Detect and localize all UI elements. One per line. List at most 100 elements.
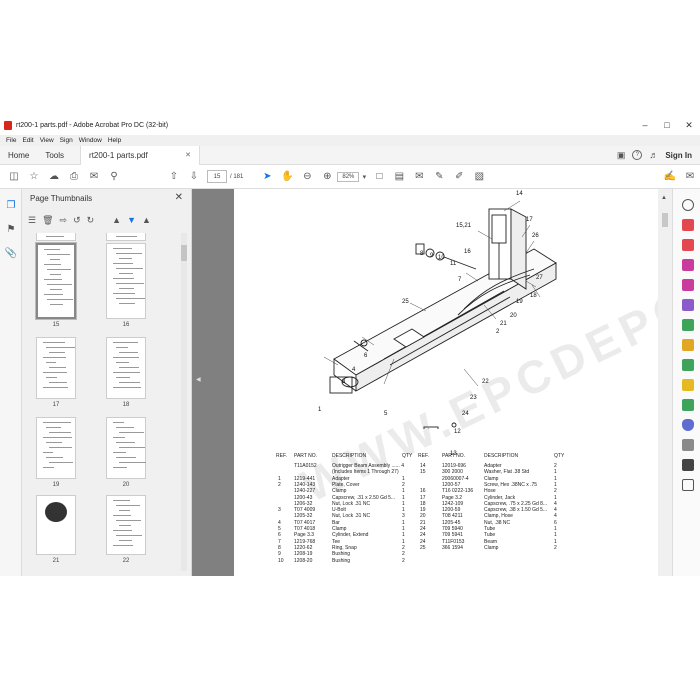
hand-tool-icon[interactable]: ✋: [277, 167, 297, 187]
sign-pen-icon[interactable]: ✍: [660, 167, 680, 187]
stamp-icon[interactable]: ▧: [469, 167, 489, 187]
help-icon[interactable]: ?: [632, 150, 643, 160]
menu-sign[interactable]: Sign: [60, 137, 73, 144]
page-thumbnail[interactable]: [106, 233, 146, 241]
zoom-out-icon[interactable]: ⊖: [297, 167, 317, 187]
chevron-down-icon[interactable]: ▾: [359, 167, 369, 187]
scroll-up-icon[interactable]: ▲: [661, 195, 667, 201]
cell-qty: 1: [554, 532, 557, 539]
draw-icon[interactable]: ✐: [449, 167, 469, 187]
print-production-icon[interactable]: [682, 459, 694, 471]
thumbnail-scrollbar[interactable]: [181, 233, 187, 571]
document-scrollbar[interactable]: ▲: [658, 189, 672, 576]
close-window-button[interactable]: ✕: [678, 120, 700, 131]
fit-page-icon[interactable]: □: [369, 167, 389, 187]
menu-edit[interactable]: Edit: [22, 137, 33, 144]
comment-icon[interactable]: ✉: [409, 167, 429, 187]
select-cursor-icon[interactable]: ➤: [257, 167, 277, 187]
zoom-level-select[interactable]: 82%: [337, 171, 360, 182]
zoom-small-icon[interactable]: ▲: [112, 215, 121, 225]
cell-qty: 1: [402, 532, 405, 539]
page-thumbnail[interactable]: [36, 233, 76, 241]
menu-view[interactable]: View: [40, 137, 54, 144]
options-menu-icon[interactable]: ☰: [28, 215, 36, 226]
rotate-left-icon[interactable]: ↺: [73, 215, 81, 226]
sign-in-button[interactable]: Sign In: [665, 151, 692, 160]
diagram-callout: 12: [454, 429, 461, 435]
menu-file[interactable]: File: [6, 137, 16, 144]
next-page-icon[interactable]: ⇩: [184, 167, 204, 187]
cell-ref: 6: [278, 532, 281, 539]
create-pdf-icon[interactable]: [682, 219, 694, 231]
export-pdf-icon[interactable]: [682, 239, 694, 251]
save-icon[interactable]: ◫: [4, 167, 24, 187]
notification-bell-icon[interactable]: ♬: [649, 150, 658, 160]
protect-shield-icon[interactable]: [682, 419, 694, 431]
cell-part: 300 2000: [442, 469, 463, 476]
send-for-signature-icon[interactable]: [682, 319, 694, 331]
zoom-large-icon[interactable]: ▲: [142, 215, 151, 225]
tab-document[interactable]: rt200-1 parts.pdf ✕: [80, 145, 201, 165]
comment-tool-icon[interactable]: [682, 379, 694, 391]
tab-home[interactable]: Home: [0, 146, 37, 165]
window-title: rt200-1 parts.pdf - Adobe Acrobat Pro DC…: [16, 122, 169, 129]
maximize-button[interactable]: □: [656, 120, 678, 131]
share-icon[interactable]: ✉: [680, 167, 700, 187]
page-thumbnail[interactable]: [36, 495, 76, 555]
search-tool-icon[interactable]: [682, 199, 694, 211]
panel-close-icon[interactable]: ✕: [175, 192, 183, 203]
page-thumbnail[interactable]: [106, 337, 146, 399]
cell-part: 1208-19: [294, 551, 313, 558]
menu-window[interactable]: Window: [79, 137, 102, 144]
insert-page-icon[interactable]: ⇨: [60, 215, 68, 226]
scan-ocr-icon[interactable]: [682, 359, 694, 371]
collapse-left-icon[interactable]: ◀: [196, 376, 201, 383]
thumbnail-page-number: 20: [122, 482, 130, 488]
more-tools-icon[interactable]: [682, 439, 694, 451]
combine-files-icon[interactable]: [682, 399, 694, 411]
tab-close-icon[interactable]: ✕: [185, 151, 191, 159]
pdf-page[interactable]: WWW.EPCDEPOT.COM 14 15,21 17 26 8 9 10 16 11 7 27 1…: [234, 189, 658, 576]
diagram-callout: 22: [482, 379, 489, 385]
page-thumbnail[interactable]: [36, 417, 76, 479]
compress-pdf-icon[interactable]: [682, 339, 694, 351]
page-thumbnail[interactable]: [36, 337, 76, 399]
attachment-paperclip-icon[interactable]: 📎: [5, 247, 17, 259]
page-thumbnail[interactable]: [106, 417, 146, 479]
fill-sign-icon[interactable]: [682, 299, 694, 311]
minimize-button[interactable]: –: [634, 120, 656, 131]
organize-pages-icon[interactable]: [682, 259, 694, 271]
page-thumbnails-icon[interactable]: ❐: [5, 199, 17, 211]
print-icon[interactable]: ⎙: [64, 167, 84, 187]
thumbnail-size-slider[interactable]: ▼: [127, 215, 136, 225]
scroll-mode-icon[interactable]: ▤: [389, 167, 409, 187]
cell-qty: 1: [554, 481, 557, 488]
search-icon[interactable]: ⚲: [104, 167, 124, 187]
page-thumbnail[interactable]: [35, 242, 77, 320]
edit-pdf-icon[interactable]: [682, 279, 694, 291]
upload-cloud-icon[interactable]: ☁: [44, 167, 64, 187]
bookmark-icon[interactable]: ⚑: [5, 223, 17, 235]
cell-desc: Adapter: [484, 463, 502, 469]
cell-desc: Capscrew, .75 x 2.25 Gd 8...: [484, 500, 548, 507]
cell-part: 12019-696: [442, 463, 466, 469]
comment-bubble-icon[interactable]: ▣: [617, 150, 626, 161]
tabbar-right: ▣ ? ♬ Sign In: [617, 150, 700, 161]
diagram-callout: 21: [500, 321, 507, 327]
page-thumbnail[interactable]: [106, 243, 146, 319]
export-to-word-icon[interactable]: [682, 479, 694, 491]
menu-help[interactable]: Help: [108, 137, 121, 144]
page-number-input[interactable]: 15: [207, 170, 227, 183]
cell-part: Page 3.3: [294, 532, 315, 539]
previous-page-icon[interactable]: ⇧: [164, 167, 184, 187]
document-scrollbar-thumb[interactable]: [662, 213, 668, 227]
delete-trash-icon[interactable]: 🗑: [42, 215, 53, 226]
email-icon[interactable]: ✉: [84, 167, 104, 187]
scrollbar-thumb[interactable]: [181, 245, 187, 261]
page-thumbnail[interactable]: [106, 495, 146, 555]
rotate-right-icon[interactable]: ↻: [87, 215, 95, 226]
zoom-in-icon[interactable]: ⊕: [317, 167, 337, 187]
star-icon[interactable]: ☆: [24, 167, 44, 187]
highlight-pen-icon[interactable]: ✎: [429, 167, 449, 187]
tab-tools[interactable]: Tools: [37, 146, 72, 165]
